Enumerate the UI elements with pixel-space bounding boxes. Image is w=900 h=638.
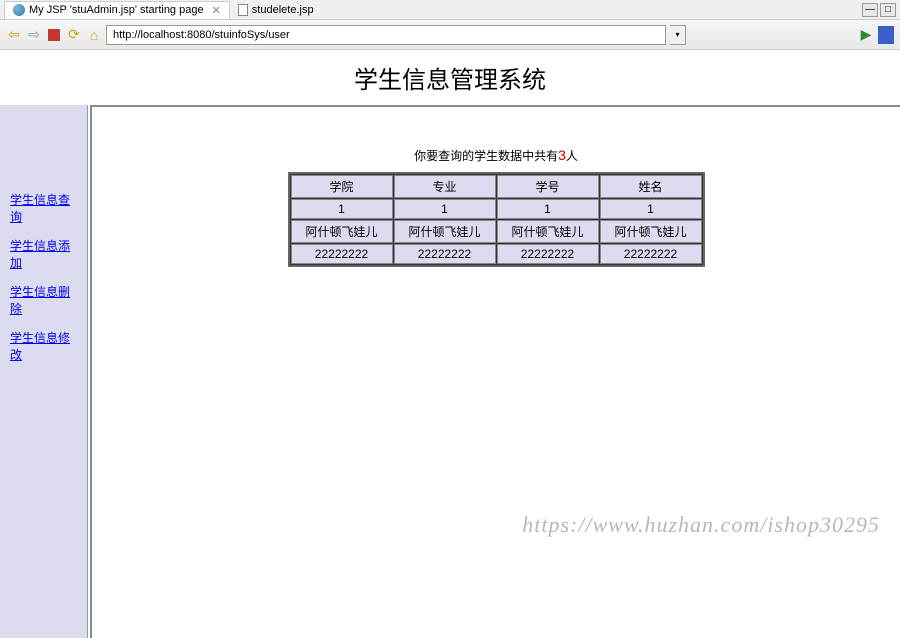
globe-icon [13,4,25,16]
home-icon: ⌂ [90,27,98,43]
stop-button[interactable] [46,27,62,43]
maximize-button[interactable]: □ [880,3,896,17]
header-major: 专业 [394,175,496,198]
arrow-right-icon: ⇨ [28,26,40,43]
tab-stuadmin[interactable]: My JSP 'stuAdmin.jsp' starting page ✕ [4,1,230,19]
header-college: 学院 [291,175,393,198]
refresh-button[interactable]: ⟳ [66,27,82,43]
query-result-text: 你要查询的学生数据中共有3人 [92,147,900,164]
header-id: 学号 [497,175,599,198]
forward-button[interactable]: ⇨ [26,27,42,43]
header-name: 姓名 [600,175,702,198]
window-controls: — □ [862,3,896,17]
sidebar-item-delete[interactable]: 学生信息删除 [0,277,87,323]
url-input[interactable]: http://localhost:8080/stuinfoSys/user [106,25,666,45]
play-icon: ▶ [861,26,872,43]
url-dropdown-button[interactable]: ▾ [670,25,686,45]
home-button[interactable]: ⌂ [86,27,102,43]
sidebar-item-edit[interactable]: 学生信息修改 [0,323,87,369]
tool-button[interactable] [878,27,894,43]
stop-icon [48,29,60,41]
back-button[interactable]: ⇦ [6,27,22,43]
sidebar-item-query[interactable]: 学生信息查询 [0,185,87,231]
square-icon [878,26,894,44]
table-row: 1 1 1 1 [291,199,702,219]
refresh-icon: ⟳ [68,26,80,43]
minimize-button[interactable]: — [862,3,878,17]
page-title: 学生信息管理系统 [0,50,900,105]
sidebar-item-add[interactable]: 学生信息添加 [0,231,87,277]
query-count: 3 [558,147,566,163]
student-table: 学院 专业 学号 姓名 1 1 1 1 阿什顿飞娃儿 阿什顿飞娃儿 阿什顿飞娃儿 [288,172,705,267]
table-header-row: 学院 专业 学号 姓名 [291,175,702,198]
main-content: 你要查询的学生数据中共有3人 学院 专业 学号 姓名 1 1 1 1 [90,105,900,638]
tab-label: studelete.jsp [252,4,314,16]
tab-label: My JSP 'stuAdmin.jsp' starting page [29,4,204,16]
content-wrap: 学生信息查询 学生信息添加 学生信息删除 学生信息修改 你要查询的学生数据中共有… [0,105,900,638]
watermark: https://www.huzhan.com/ishop30295 [522,512,880,538]
file-icon [238,4,248,16]
table-row: 22222222 22222222 22222222 22222222 [291,244,702,264]
tab-bar: My JSP 'stuAdmin.jsp' starting page ✕ st… [0,0,900,20]
table-row: 阿什顿飞娃儿 阿什顿飞娃儿 阿什顿飞娃儿 阿什顿飞娃儿 [291,220,702,243]
sidebar: 学生信息查询 学生信息添加 学生信息删除 学生信息修改 [0,105,88,638]
close-icon[interactable]: ✕ [212,4,221,17]
browser-toolbar: ⇦ ⇨ ⟳ ⌂ http://localhost:8080/stuinfoSys… [0,20,900,50]
tab-studelete[interactable]: studelete.jsp [230,2,322,18]
arrow-left-icon: ⇦ [8,26,20,43]
go-button[interactable]: ▶ [858,27,874,43]
